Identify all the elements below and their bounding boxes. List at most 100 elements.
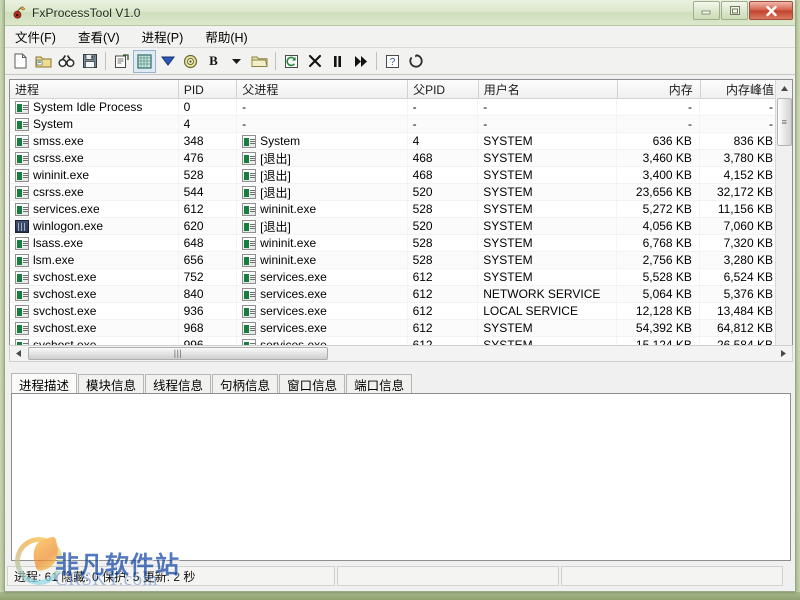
open-folder-icon[interactable] (32, 50, 55, 73)
new-icon[interactable] (9, 50, 32, 73)
column-header-peak[interactable]: 内存峰值 (701, 80, 782, 98)
table-row[interactable]: winlogon.exe620[退出]520SYSTEM4,056 KB7,06… (10, 218, 792, 235)
window-grid-icon[interactable] (133, 50, 156, 73)
column-header-pid[interactable]: PID (179, 80, 238, 98)
find-icon[interactable] (55, 50, 78, 73)
scroll-left-button[interactable] (11, 347, 26, 360)
process-list-body[interactable]: System Idle Process0-----System4-----sms… (10, 99, 792, 354)
vertical-scrollbar[interactable]: ≡ (775, 80, 792, 358)
cell-text: 6,768 KB (643, 236, 692, 250)
cell-ppid: 468 (408, 150, 479, 166)
kill-process-icon[interactable] (303, 50, 326, 73)
table-row[interactable]: csrss.exe476[退出]468SYSTEM3,460 KB3,780 K… (10, 150, 792, 167)
scroll-right-button[interactable] (776, 347, 791, 360)
scroll-up-button[interactable] (776, 80, 793, 97)
detail-panel[interactable] (11, 393, 791, 561)
scrollbar-grip-icon: ≡ (782, 118, 788, 127)
cell-peak: 13,484 KB (700, 303, 781, 319)
table-row[interactable]: svchost.exe968services.exe612SYSTEM54,39… (10, 320, 792, 337)
title-bar[interactable]: FxProcessTool V1.0 (5, 0, 795, 26)
cell-mem: 5,064 KB (617, 286, 700, 302)
dropdown-caret-icon[interactable] (225, 50, 248, 73)
cell-text: NETWORK SERVICE (483, 287, 600, 301)
tab-4[interactable]: 窗口信息 (279, 374, 345, 394)
refresh-icon[interactable] (280, 50, 303, 73)
console-icon (15, 101, 29, 114)
column-header-mem[interactable]: 内存 (618, 80, 701, 98)
table-row[interactable]: svchost.exe752services.exe612SYSTEM5,528… (10, 269, 792, 286)
target-icon[interactable] (179, 50, 202, 73)
folder-icon[interactable] (248, 50, 271, 73)
cell-user: NETWORK SERVICE (478, 286, 617, 302)
cell-peak: 836 KB (700, 133, 781, 149)
table-row[interactable]: csrss.exe544[退出]520SYSTEM23,656 KB32,172… (10, 184, 792, 201)
cell-process: lsm.exe (10, 252, 179, 268)
tab-0[interactable]: 进程描述 (11, 373, 77, 394)
cell-text: 13,484 KB (717, 304, 773, 318)
tab-label: 线程信息 (153, 375, 203, 394)
tab-label: 端口信息 (354, 375, 404, 394)
cell-ppid: 612 (408, 269, 479, 285)
save-icon[interactable] (78, 50, 101, 73)
column-header-ppid[interactable]: 父PID (408, 80, 479, 98)
table-row[interactable]: services.exe612wininit.exe528SYSTEM5,272… (10, 201, 792, 218)
properties-icon[interactable] (110, 50, 133, 73)
cell-text: SYSTEM (483, 151, 532, 165)
maximize-button[interactable] (721, 1, 748, 20)
process-list[interactable]: 进程 PID 父进程 父PID用户名内存内存峰值 System Idle Proces… (9, 79, 793, 359)
about-icon[interactable] (404, 50, 427, 73)
cell-text: 5,528 KB (643, 270, 692, 284)
cell-text: svchost.exe (33, 304, 96, 318)
table-row[interactable]: System4----- (10, 116, 792, 133)
tab-3[interactable]: 句柄信息 (212, 374, 278, 394)
horizontal-scrollbar[interactable]: ||| (9, 345, 793, 362)
table-row[interactable]: wininit.exe528[退出]468SYSTEM3,400 KB4,152… (10, 167, 792, 184)
cell-text: 752 (184, 270, 204, 284)
app-violin-icon (11, 5, 27, 21)
help-icon[interactable]: ? (381, 50, 404, 73)
horizontal-scrollbar-thumb[interactable]: ||| (28, 347, 328, 360)
cell-text: wininit.exe (260, 253, 316, 267)
resume-icon[interactable] (349, 50, 372, 73)
tab-2[interactable]: 线程信息 (145, 374, 211, 394)
cell-pid: 544 (179, 184, 238, 200)
cell-user: SYSTEM (478, 252, 617, 268)
vertical-scrollbar-thumb[interactable]: ≡ (777, 98, 792, 146)
cell-text: 11,156 KB (718, 202, 773, 216)
toolbar-separator (105, 52, 106, 70)
cell-process: lsass.exe (10, 235, 179, 251)
process-list-header[interactable]: 进程 PID 父进程 父PID用户名内存内存峰值 (10, 80, 792, 99)
scrollbar-grip-icon-h: ||| (174, 349, 183, 358)
down-arrow-icon[interactable] (156, 50, 179, 73)
cell-text: 6,524 KB (724, 270, 773, 284)
cell-text: - (769, 117, 773, 131)
tab-5[interactable]: 端口信息 (346, 374, 412, 394)
column-header-label: PID (184, 83, 204, 97)
menu-item-file[interactable]: 文件(F) (13, 25, 67, 48)
cell-text: LOCAL SERVICE (483, 304, 578, 318)
column-header-label: 父进程 (242, 81, 278, 98)
minimize-button[interactable] (693, 1, 720, 20)
pause-icon[interactable] (326, 50, 349, 73)
menu-item-process[interactable]: 进程(P) (140, 25, 195, 48)
table-row[interactable]: lsm.exe656wininit.exe528SYSTEM2,756 KB3,… (10, 252, 792, 269)
close-button[interactable] (749, 1, 793, 20)
column-header-user[interactable]: 用户名 (479, 80, 618, 98)
tab-1[interactable]: 模块信息 (78, 374, 144, 394)
table-row[interactable]: lsass.exe648wininit.exe528SYSTEM6,768 KB… (10, 235, 792, 252)
cell-parent: [退出] (237, 218, 407, 234)
column-header-parent[interactable]: 父进程 (237, 80, 408, 98)
bold-b-icon[interactable]: B (202, 50, 225, 73)
cell-text: wininit.exe (260, 202, 316, 216)
menu-item-help[interactable]: 帮助(H) (203, 25, 258, 48)
table-row[interactable]: smss.exe348System4SYSTEM636 KB836 KB (10, 133, 792, 150)
cell-text: SYSTEM (483, 270, 532, 284)
column-header-process[interactable]: 进程 (10, 80, 179, 98)
table-row[interactable]: System Idle Process0----- (10, 99, 792, 116)
cell-user: - (478, 99, 617, 115)
menu-item-view[interactable]: 查看(V) (76, 25, 131, 48)
table-row[interactable]: svchost.exe936services.exe612LOCAL SERVI… (10, 303, 792, 320)
table-row[interactable]: svchost.exe840services.exe612NETWORK SER… (10, 286, 792, 303)
console-icon (242, 169, 256, 182)
cell-text: wininit.exe (260, 236, 316, 250)
